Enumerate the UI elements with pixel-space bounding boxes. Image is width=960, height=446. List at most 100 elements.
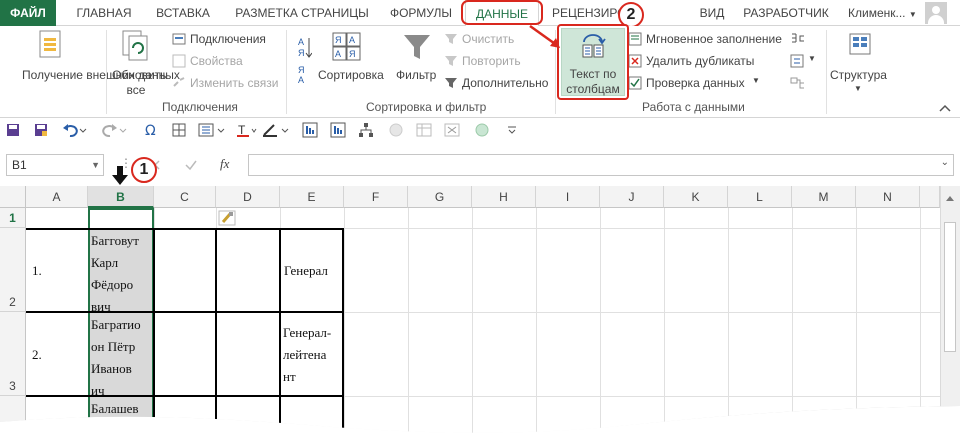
column-header-c[interactable]: C [154, 186, 216, 208]
collapse-ribbon-button[interactable] [938, 102, 952, 114]
refresh-all-button[interactable]: Обновить все [108, 28, 167, 98]
tab-page-layout[interactable]: РАЗМЕТКА СТРАНИЦЫ [226, 0, 378, 26]
row-header-2[interactable]: 2 [0, 228, 26, 312]
column-header-i[interactable]: I [536, 186, 600, 208]
circle-green-icon[interactable] [474, 122, 490, 138]
borders-icon[interactable] [172, 122, 186, 138]
user-avatar[interactable] [925, 2, 947, 24]
remove-duplicates-button[interactable]: Удалить дубликаты [628, 54, 788, 70]
chevron-down-icon[interactable] [506, 124, 518, 136]
outline-button[interactable]: Структура ▼ [830, 28, 890, 98]
row-header-3[interactable]: 3 [0, 312, 26, 396]
cell-a2[interactable]: 1. [32, 260, 42, 282]
column-header-d[interactable]: D [216, 186, 280, 208]
filter-button[interactable]: Фильтр [394, 28, 440, 98]
ribbon-separator [106, 30, 107, 114]
save-icon[interactable] [6, 123, 20, 137]
column-header-f[interactable]: F [344, 186, 408, 208]
scrollbar-thumb[interactable] [944, 222, 956, 352]
tab-file[interactable]: ФАЙЛ [0, 0, 56, 26]
draw-borders-icon[interactable] [262, 122, 292, 138]
ribbon-tab-bar: ФАЙЛ ГЛАВНАЯ ВСТАВКА РАЗМЕТКА СТРАНИЦЫ Ф… [0, 0, 960, 28]
user-name[interactable]: Клименк... ▼ [848, 0, 917, 26]
database-file-icon [39, 30, 61, 58]
what-if-button[interactable]: ▼ [790, 54, 818, 70]
cell-a3[interactable]: 2. [32, 344, 42, 366]
table-border [26, 311, 344, 313]
cell-e3-line: нт [283, 369, 296, 384]
tab-developer[interactable]: РАЗРАБОТЧИК [738, 0, 834, 26]
edit-links-button[interactable]: Изменить связи [172, 76, 282, 92]
svg-text:A: A [335, 49, 341, 59]
tab-formulas[interactable]: ФОРМУЛЫ [384, 0, 458, 26]
svg-text:Я: Я [298, 65, 305, 75]
arrow-down-icon [112, 166, 128, 185]
flash-fill-icon [628, 32, 642, 46]
column-header-n[interactable]: N [856, 186, 920, 208]
column-header-b[interactable]: B [88, 186, 154, 208]
refresh-all-label: Обновить все [112, 68, 167, 97]
omega-symbol-icon[interactable]: Ω [144, 122, 158, 138]
save-as-icon[interactable] [34, 123, 48, 137]
tab-view[interactable]: ВИД [694, 0, 730, 26]
data-validation-button[interactable]: Проверка данных ▼ [628, 76, 788, 92]
sort-ascending-icon[interactable] [302, 122, 318, 138]
flash-fill-button[interactable]: Мгновенное заполнение [628, 32, 788, 48]
column-header-j[interactable]: J [600, 186, 664, 208]
column-header-g[interactable]: G [408, 186, 472, 208]
row-header-1[interactable]: 1 [0, 208, 26, 228]
svg-text:Ω: Ω [145, 123, 156, 138]
consolidate-icon [792, 33, 804, 43]
row-header-1-label: 1 [9, 211, 16, 225]
edit-links-label: Изменить связи [190, 76, 279, 90]
paste-options-icon[interactable] [218, 210, 236, 226]
cell-b3-line: он Пётр [91, 339, 136, 354]
undo-icon[interactable] [62, 122, 88, 138]
filter-label: Фильтр [396, 68, 437, 82]
hierarchy-icon[interactable] [358, 122, 374, 138]
redo-icon[interactable] [102, 122, 128, 138]
active-cell-b1[interactable] [88, 208, 154, 228]
column-header-k[interactable]: K [664, 186, 728, 208]
data-tools-group-label: Работа с данными [642, 100, 745, 114]
delete-rows-icon[interactable] [444, 122, 460, 138]
enter-icon[interactable] [184, 158, 198, 172]
circle-gray-icon[interactable] [388, 122, 404, 138]
column-header-l[interactable]: L [728, 186, 792, 208]
advanced-label: Дополнительно [462, 76, 549, 90]
insert-function-icon[interactable]: fx [220, 156, 229, 172]
tab-insert[interactable]: ВСТАВКА [148, 0, 218, 26]
chevron-down-icon: ▼ [854, 84, 862, 93]
row-header-2-label: 2 [9, 295, 16, 309]
svg-text:Я: Я [349, 49, 356, 59]
reapply-button[interactable]: Повторить [444, 54, 554, 70]
column-header-e[interactable]: E [280, 186, 344, 208]
formula-input[interactable]: ⌄ [248, 154, 954, 176]
expand-formula-icon[interactable]: ⌄ [941, 157, 949, 168]
relationships-button[interactable] [790, 76, 814, 92]
sort-descending-icon[interactable] [330, 122, 346, 138]
column-header-a[interactable]: A [26, 186, 88, 208]
table-icon[interactable] [416, 122, 432, 138]
cell-b2[interactable]: Багговут Карл Фёдоро вич [91, 230, 153, 318]
connections-icon [172, 33, 186, 45]
properties-button[interactable]: Свойства [172, 54, 282, 70]
select-all-corner[interactable] [0, 186, 26, 208]
name-box[interactable]: B1 ▼ [6, 154, 104, 176]
column-header-h[interactable]: H [472, 186, 536, 208]
text-color-icon[interactable]: T [236, 122, 258, 138]
get-external-data-button[interactable]: Получение внешних данных [2, 28, 180, 98]
connections-button[interactable]: Подключения [172, 32, 282, 48]
consolidate-button[interactable] [790, 32, 814, 48]
name-box-value: B1 [12, 158, 27, 172]
cell-e3[interactable]: Генерал- лейтена нт [283, 322, 343, 388]
column-header-m[interactable]: M [792, 186, 856, 208]
tab-home[interactable]: ГЛАВНАЯ [64, 0, 144, 26]
cell-b3[interactable]: Багратио он Пётр Иванов ич [91, 314, 153, 402]
cell-styles-icon[interactable] [198, 122, 228, 138]
sort-button[interactable]: Я A A Я Сортировка [318, 28, 388, 98]
scroll-up-icon[interactable] [945, 194, 955, 202]
advanced-filter-button[interactable]: Дополнительно [444, 76, 554, 92]
sort-dialog-icon: Я A A Я [332, 32, 361, 61]
cell-e2[interactable]: Генерал [284, 260, 328, 282]
